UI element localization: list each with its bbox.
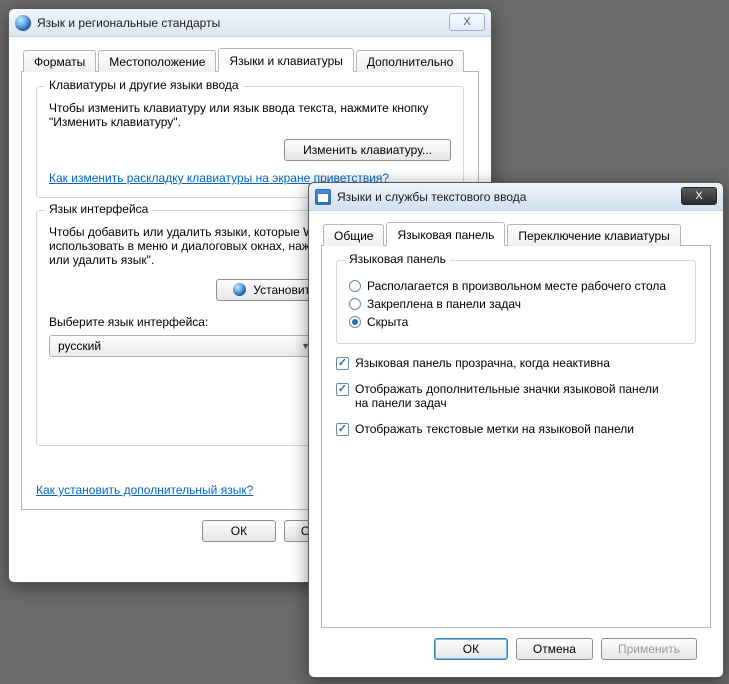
dialog-buttons: ОК Отмена Применить	[321, 628, 711, 672]
window-title: Язык и региональные стандарты	[37, 16, 220, 30]
input-locale-icon	[315, 189, 331, 205]
radio-icon	[349, 298, 361, 310]
radio-label: Скрыта	[367, 315, 408, 329]
group-legend: Клавиатуры и другие языки ввода	[45, 78, 243, 92]
tab-switch-keyboard[interactable]: Переключение клавиатуры	[507, 224, 680, 246]
tab-advanced[interactable]: Дополнительно	[356, 50, 464, 72]
close-icon: X	[463, 16, 470, 28]
checkbox-icon: ✓	[336, 357, 349, 370]
group-language-bar: Языковая панель Располагается в произвол…	[336, 260, 696, 344]
tab-location[interactable]: Местоположение	[98, 50, 216, 72]
cancel-button[interactable]: Отмена	[516, 638, 593, 660]
radio-floating[interactable]: Располагается в произвольном месте рабоч…	[349, 279, 683, 293]
close-icon: X	[695, 190, 702, 202]
tabstrip: Общие Языковая панель Переключение клави…	[321, 221, 711, 246]
check-label: Отображать текстовые метки на языковой п…	[355, 422, 634, 436]
tab-general[interactable]: Общие	[323, 224, 384, 246]
radio-icon	[349, 316, 361, 328]
checkbox-icon: ✓	[336, 383, 349, 396]
tab-keyboards-languages[interactable]: Языки и клавиатуры	[218, 48, 353, 72]
titlebar[interactable]: Языки и службы текстового ввода X	[309, 183, 723, 211]
window-body: Общие Языковая панель Переключение клави…	[309, 211, 723, 684]
check-transparent[interactable]: ✓ Языковая панель прозрачна, когда неакт…	[336, 356, 696, 370]
titlebar[interactable]: Язык и региональные стандарты X	[9, 9, 491, 37]
group-legend: Язык интерфейса	[45, 202, 152, 216]
text-services-dialog: Языки и службы текстового ввода X Общие …	[308, 182, 724, 678]
globe-icon	[15, 15, 31, 31]
tab-panel: Языковая панель Располагается в произвол…	[321, 246, 711, 628]
radio-label: Располагается в произвольном месте рабоч…	[367, 279, 666, 293]
radio-label: Закреплена в панели задач	[367, 297, 521, 311]
tabstrip: Форматы Местоположение Языки и клавиатур…	[21, 47, 479, 72]
ok-button[interactable]: ОК	[202, 520, 276, 542]
group-description: Чтобы изменить клавиатуру или язык ввода…	[49, 101, 451, 129]
close-button[interactable]: X	[449, 13, 485, 31]
radio-icon	[349, 280, 361, 292]
change-keyboard-button[interactable]: Изменить клавиатуру...	[284, 139, 451, 161]
check-extra-icons[interactable]: ✓ Отображать дополнительные значки языко…	[336, 382, 696, 410]
display-language-dropdown[interactable]: русский ▼	[49, 335, 317, 357]
tab-language-bar[interactable]: Языковая панель	[386, 222, 505, 246]
window-title: Языки и службы текстового ввода	[337, 190, 526, 204]
globe-icon	[233, 283, 246, 296]
radio-docked[interactable]: Закреплена в панели задач	[349, 297, 683, 311]
ok-button[interactable]: ОК	[434, 638, 508, 660]
apply-button[interactable]: Применить	[601, 638, 697, 660]
group-legend: Языковая панель	[345, 252, 450, 266]
check-text-labels[interactable]: ✓ Отображать текстовые метки на языковой…	[336, 422, 696, 436]
close-button[interactable]: X	[681, 187, 717, 205]
check-label: Языковая панель прозрачна, когда неактив…	[355, 356, 610, 370]
install-additional-language-link[interactable]: Как установить дополнительный язык?	[36, 483, 253, 497]
check-label: Отображать дополнительные значки языково…	[355, 382, 675, 410]
tab-formats[interactable]: Форматы	[23, 50, 96, 72]
checkbox-icon: ✓	[336, 423, 349, 436]
dropdown-value: русский	[58, 339, 101, 353]
radio-hidden[interactable]: Скрыта	[349, 315, 683, 329]
